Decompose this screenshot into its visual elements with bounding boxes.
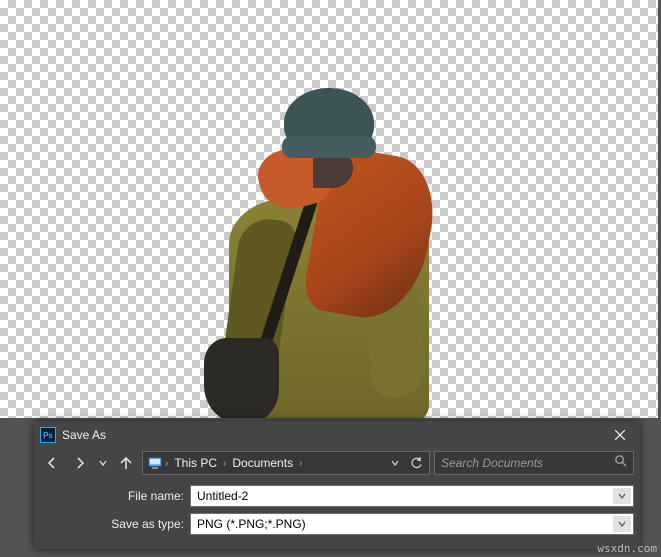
- chevron-down-icon: [391, 459, 399, 467]
- refresh-icon: [410, 457, 423, 470]
- arrow-right-icon: [73, 456, 87, 470]
- save-type-label: Save as type:: [40, 517, 190, 531]
- filename-dropdown-button[interactable]: [613, 488, 631, 504]
- dialog-title: Save As: [62, 428, 606, 442]
- filename-value: Untitled-2: [197, 489, 248, 503]
- chevron-right-icon: ›: [165, 458, 168, 469]
- dialog-titlebar: Ps Save As: [34, 421, 640, 449]
- breadcrumb-documents[interactable]: Documents: [228, 456, 297, 470]
- arrow-up-icon: [119, 456, 133, 470]
- canvas-transparent-area[interactable]: [0, 0, 658, 418]
- chevron-right-icon: ›: [299, 458, 302, 469]
- chevron-down-icon: [618, 520, 626, 528]
- nav-back-button[interactable]: [40, 451, 64, 475]
- breadcrumb-this-pc[interactable]: This PC: [170, 456, 221, 470]
- close-icon: [615, 430, 625, 440]
- save-type-dropdown-button[interactable]: [613, 516, 631, 532]
- chevron-right-icon: ›: [223, 458, 226, 469]
- save-form: File name: Untitled-2 Save as type: PNG …: [34, 481, 640, 549]
- refresh-button[interactable]: [407, 454, 425, 472]
- close-button[interactable]: [606, 421, 634, 449]
- pc-icon: [147, 455, 163, 471]
- address-dropdown-button[interactable]: [387, 455, 403, 471]
- photoshop-app-icon: Ps: [40, 427, 56, 443]
- address-bar[interactable]: › This PC › Documents ›: [142, 451, 430, 475]
- search-input[interactable]: [441, 456, 614, 470]
- nav-recent-button[interactable]: [96, 451, 110, 475]
- arrow-left-icon: [45, 456, 59, 470]
- chevron-down-icon: [618, 492, 626, 500]
- save-type-combobox[interactable]: PNG (*.PNG;*.PNG): [190, 513, 634, 535]
- image-subject-person: [199, 88, 459, 418]
- watermark-text: wsxdn.com: [597, 542, 657, 555]
- save-type-value: PNG (*.PNG;*.PNG): [197, 517, 306, 531]
- chevron-down-icon: [99, 459, 107, 467]
- navigation-toolbar: › This PC › Documents ›: [34, 449, 640, 481]
- nav-up-button[interactable]: [114, 451, 138, 475]
- search-box[interactable]: [434, 451, 634, 475]
- search-icon: [614, 454, 627, 472]
- filename-combobox[interactable]: Untitled-2: [190, 485, 634, 507]
- nav-forward-button[interactable]: [68, 451, 92, 475]
- filename-label: File name:: [40, 489, 190, 503]
- save-as-dialog: Ps Save As › This PC › Documents ›: [34, 421, 640, 549]
